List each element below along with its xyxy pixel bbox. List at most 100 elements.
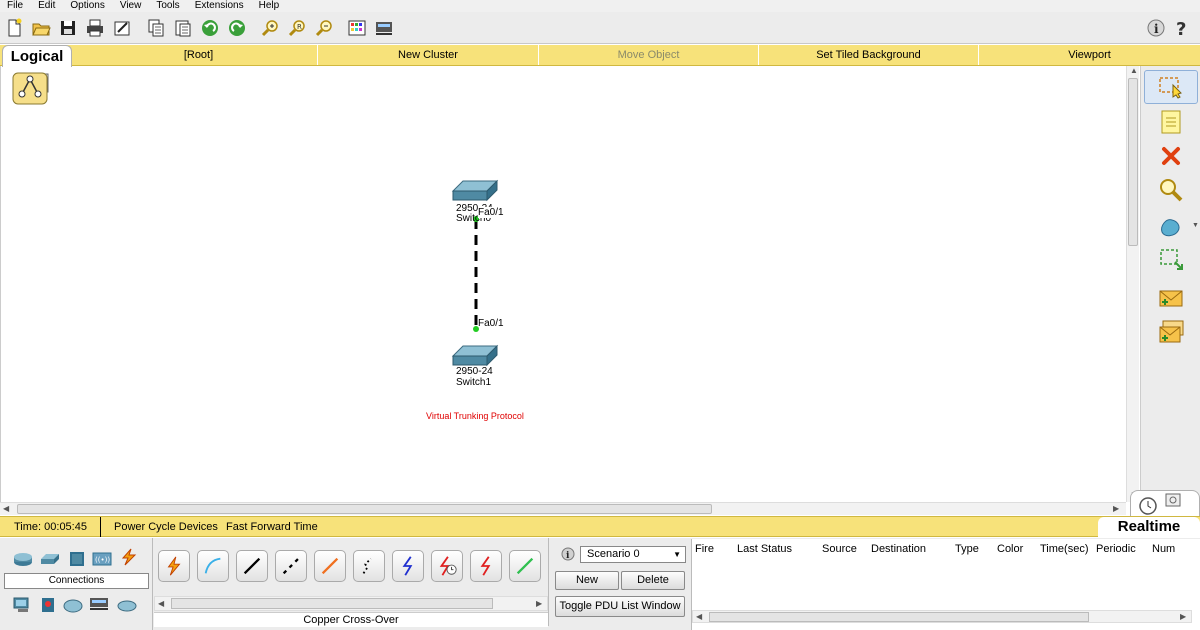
delete-icon[interactable] bbox=[1157, 142, 1185, 170]
pdu-col-color[interactable]: Color bbox=[997, 543, 1023, 555]
pdu-scroll-left-arrow[interactable]: ◀ bbox=[696, 612, 702, 621]
activity-wizard-icon[interactable] bbox=[112, 18, 132, 38]
vertical-scroll-thumb[interactable] bbox=[1128, 78, 1138, 246]
help-icon[interactable]: ? bbox=[1172, 18, 1192, 38]
switch1-model: 2950-24 bbox=[456, 366, 493, 377]
pdu-scroll-right-arrow[interactable]: ▶ bbox=[1180, 612, 1186, 621]
menu-options[interactable]: Options bbox=[63, 0, 112, 12]
workspace-horizontal-scrollbar[interactable]: ◀ ▶ bbox=[0, 502, 1126, 515]
info-icon[interactable]: i bbox=[1146, 18, 1166, 38]
pdu-col-time[interactable]: Time(sec) bbox=[1040, 543, 1088, 555]
viewport-button[interactable]: Viewport bbox=[979, 45, 1200, 65]
cable-scroll-thumb[interactable] bbox=[171, 598, 493, 609]
menu-edit[interactable]: Edit bbox=[31, 0, 63, 12]
pdu-col-source[interactable]: Source bbox=[822, 543, 857, 555]
save-icon[interactable] bbox=[58, 18, 78, 38]
connections-category-icon[interactable] bbox=[119, 548, 139, 566]
palette-icon[interactable] bbox=[347, 18, 367, 38]
root-button[interactable]: [Root] bbox=[80, 45, 318, 65]
realtime-mode-tab[interactable] bbox=[1130, 490, 1200, 516]
undo-icon[interactable] bbox=[200, 18, 220, 38]
zoom-reset-icon[interactable]: R bbox=[287, 18, 307, 38]
vtp-note[interactable]: Virtual Trunking Protocol bbox=[426, 411, 524, 421]
paste-icon[interactable] bbox=[173, 18, 193, 38]
add-complex-pdu-icon[interactable] bbox=[1157, 318, 1185, 346]
redo-icon[interactable] bbox=[227, 18, 247, 38]
serial-dte-icon[interactable] bbox=[470, 550, 502, 582]
switch1-icon[interactable] bbox=[451, 344, 499, 367]
new-file-icon[interactable] bbox=[4, 18, 24, 38]
serial-dce-icon[interactable] bbox=[431, 550, 463, 582]
copper-cross-over-icon[interactable] bbox=[275, 550, 307, 582]
pdu-col-fire[interactable]: Fire bbox=[695, 543, 714, 555]
simulation-time: Time: 00:05:45 bbox=[0, 517, 101, 537]
device-category-label: Connections bbox=[4, 573, 149, 589]
add-simple-pdu-icon[interactable] bbox=[1157, 284, 1185, 312]
set-tiled-background-button[interactable]: Set Tiled Background bbox=[759, 45, 979, 65]
scroll-up-arrow[interactable]: ▲ bbox=[1130, 66, 1138, 75]
end-devices-category-icon[interactable] bbox=[12, 596, 32, 614]
octal-cable-icon[interactable] bbox=[509, 550, 541, 582]
zoom-out-icon[interactable] bbox=[314, 18, 334, 38]
menu-file[interactable]: File bbox=[0, 0, 31, 12]
power-cycle-devices-button[interactable]: Power Cycle Devices bbox=[114, 517, 218, 537]
svg-text:R: R bbox=[297, 23, 302, 31]
new-scenario-button[interactable]: New bbox=[555, 571, 619, 590]
wireless-category-icon[interactable]: ((•)) bbox=[92, 550, 112, 568]
pdu-scrollbar[interactable]: ◀ ▶ bbox=[692, 610, 1192, 623]
console-cable-icon[interactable] bbox=[197, 550, 229, 582]
custom-devices-category-icon[interactable] bbox=[89, 594, 109, 612]
pdu-col-periodic[interactable]: Periodic bbox=[1096, 543, 1136, 555]
fast-forward-time-button[interactable]: Fast Forward Time bbox=[226, 517, 318, 537]
menu-extensions[interactable]: Extensions bbox=[188, 0, 252, 12]
scenario-dropdown[interactable]: Scenario 0 ▼ bbox=[580, 546, 686, 563]
logical-topology-icon[interactable] bbox=[12, 70, 50, 106]
wan-emulation-category-icon[interactable] bbox=[63, 596, 83, 614]
multiuser-category-icon[interactable] bbox=[117, 596, 137, 614]
custom-device-icon[interactable] bbox=[374, 18, 394, 38]
resize-shape-icon[interactable] bbox=[1157, 246, 1185, 274]
menu-help[interactable]: Help bbox=[252, 0, 288, 12]
pdu-col-last-status[interactable]: Last Status bbox=[737, 543, 792, 555]
hubs-category-icon[interactable] bbox=[67, 550, 87, 568]
realtime-mode-label[interactable]: Realtime bbox=[1098, 517, 1200, 537]
place-note-icon[interactable] bbox=[1157, 108, 1185, 136]
cable-scroll-right-arrow[interactable]: ▶ bbox=[536, 599, 542, 608]
horizontal-scroll-thumb[interactable] bbox=[17, 504, 712, 514]
routers-category-icon[interactable] bbox=[13, 550, 33, 568]
toggle-pdu-list-button[interactable]: Toggle PDU List Window bbox=[555, 596, 685, 617]
coaxial-cable-icon[interactable] bbox=[392, 550, 424, 582]
select-tool-icon[interactable] bbox=[1144, 70, 1198, 104]
logical-tab[interactable]: Logical bbox=[2, 45, 72, 67]
scroll-right-arrow[interactable]: ▶ bbox=[1113, 504, 1119, 513]
cable-scroll-left-arrow[interactable]: ◀ bbox=[158, 599, 164, 608]
menu-view[interactable]: View bbox=[113, 0, 150, 12]
pdu-col-destination[interactable]: Destination bbox=[871, 543, 926, 555]
scroll-left-arrow[interactable]: ◀ bbox=[3, 504, 9, 513]
pdu-col-num[interactable]: Num bbox=[1152, 543, 1175, 555]
switch0-icon[interactable] bbox=[451, 179, 499, 202]
print-icon[interactable] bbox=[85, 18, 105, 38]
copy-icon[interactable] bbox=[146, 18, 166, 38]
switches-category-icon[interactable] bbox=[40, 550, 60, 568]
fiber-cable-icon[interactable] bbox=[314, 550, 346, 582]
menu-tools[interactable]: Tools bbox=[149, 0, 187, 12]
pdu-scroll-thumb[interactable] bbox=[709, 612, 1089, 622]
shape-dropdown-arrow[interactable]: ▼ bbox=[1192, 222, 1199, 229]
pdu-col-type[interactable]: Type bbox=[955, 543, 979, 555]
open-folder-icon[interactable] bbox=[31, 18, 51, 38]
phone-cable-icon[interactable] bbox=[353, 550, 385, 582]
move-object-button[interactable]: Move Object bbox=[539, 45, 759, 65]
scenario-info-icon[interactable]: i bbox=[561, 547, 575, 561]
cable-scrollbar[interactable]: ◀ ▶ bbox=[154, 596, 548, 611]
security-category-icon[interactable] bbox=[38, 596, 58, 614]
workspace-vertical-scrollbar[interactable]: ▲ ▼ bbox=[1126, 66, 1139, 502]
copper-straight-through-icon[interactable] bbox=[236, 550, 268, 582]
delete-scenario-button[interactable]: Delete bbox=[621, 571, 685, 590]
inspect-icon[interactable] bbox=[1157, 176, 1185, 204]
new-cluster-button[interactable]: New Cluster bbox=[318, 45, 539, 65]
logical-workspace[interactable]: 2950-24 Switch0 Fa0/1 Fa0/1 2950-24 Swit… bbox=[0, 66, 1126, 502]
automatic-connection-icon[interactable] bbox=[158, 550, 190, 582]
draw-shape-icon[interactable] bbox=[1157, 212, 1185, 240]
zoom-in-icon[interactable] bbox=[260, 18, 280, 38]
